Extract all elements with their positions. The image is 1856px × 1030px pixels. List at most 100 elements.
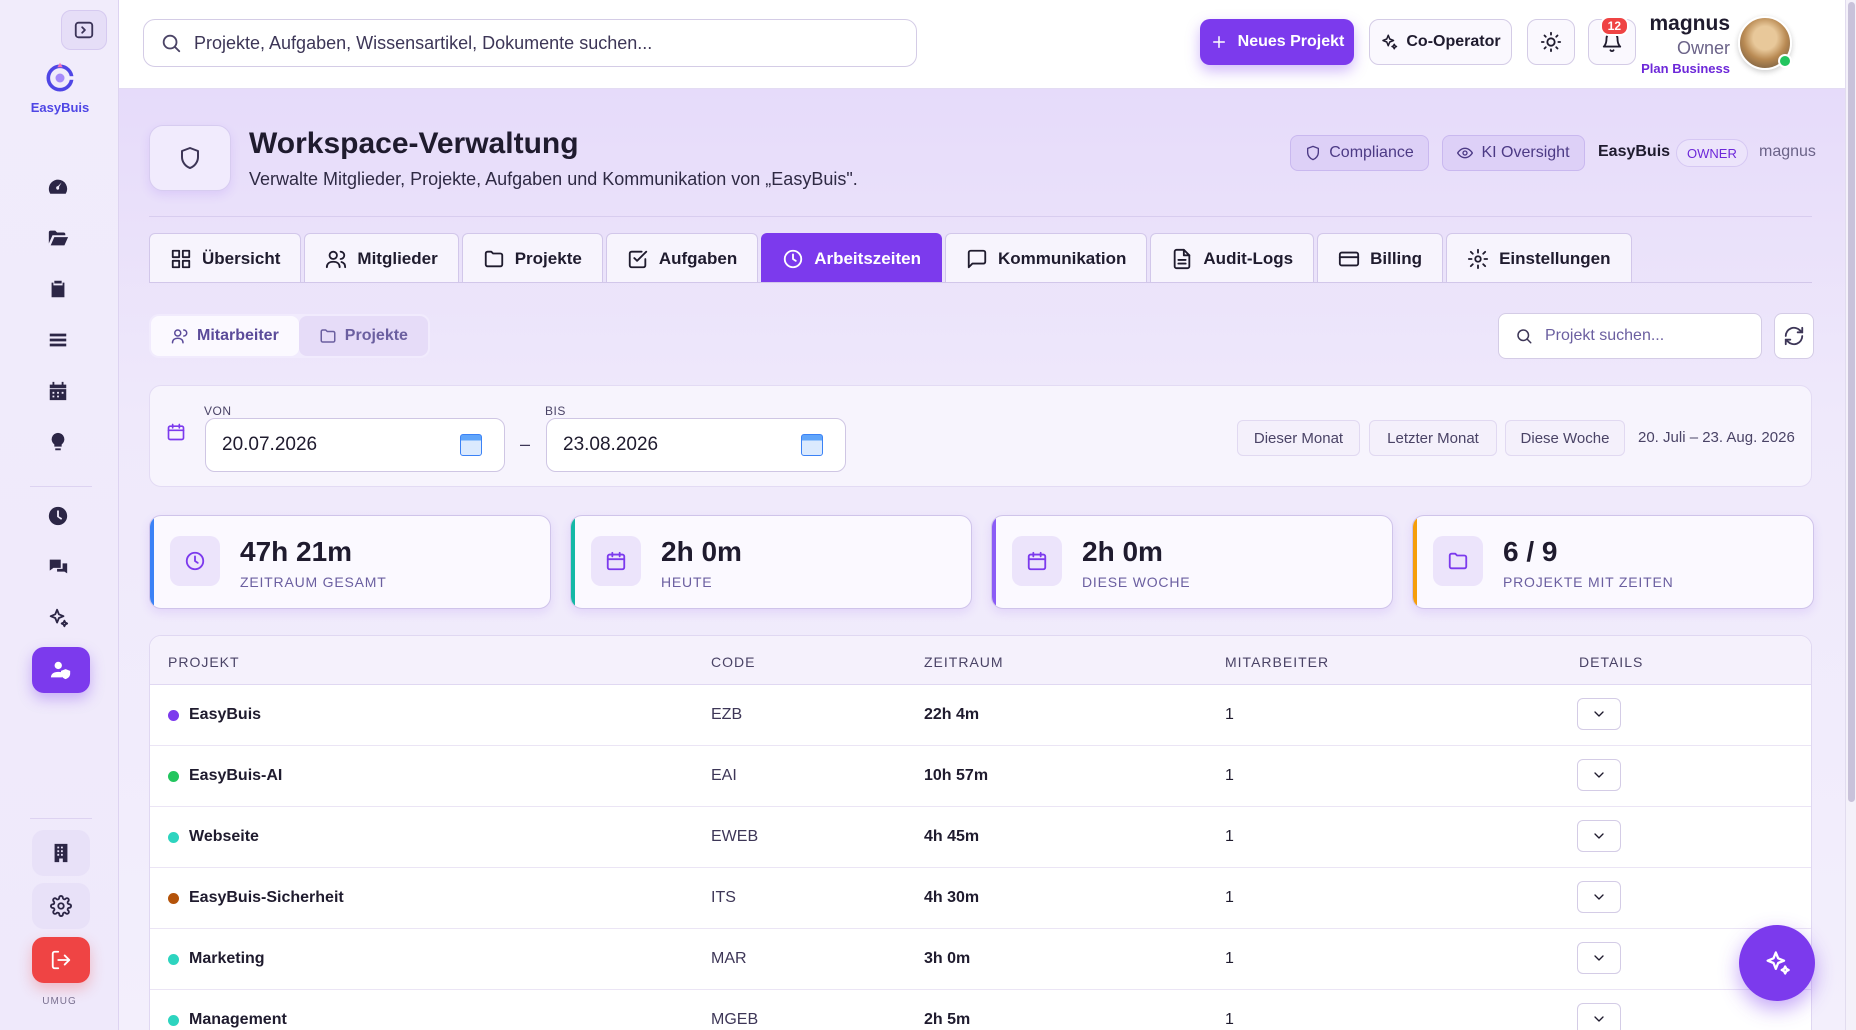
table-row[interactable]: EasyBuis-AI EAI 10h 57m 1 bbox=[150, 746, 1811, 807]
scrollbar-thumb[interactable] bbox=[1848, 2, 1855, 802]
nav-list[interactable] bbox=[33, 319, 83, 361]
new-project-button[interactable]: Neues Projekt bbox=[1200, 19, 1354, 65]
logout-button[interactable] bbox=[32, 937, 90, 983]
table-row[interactable]: EasyBuis EZB 22h 4m 1 bbox=[150, 685, 1811, 746]
nav-time[interactable] bbox=[33, 495, 83, 537]
avatar[interactable] bbox=[1738, 16, 1792, 70]
nav-projects[interactable] bbox=[33, 217, 83, 259]
tab-projects[interactable]: Projekte bbox=[461, 233, 603, 283]
search-icon bbox=[162, 34, 181, 53]
refresh-button[interactable] bbox=[1774, 313, 1814, 359]
admin-tabs: Übersicht Mitglieder Projekte Aufgaben A… bbox=[149, 233, 1632, 283]
column-header-details: DETAILS bbox=[1579, 654, 1644, 670]
to-date-value: 23.08.2026 bbox=[563, 434, 659, 455]
sidebar-divider bbox=[30, 818, 92, 819]
theme-toggle-button[interactable] bbox=[1527, 19, 1575, 65]
nav-knowledge[interactable] bbox=[33, 421, 83, 463]
tab-tasks[interactable]: Aufgaben bbox=[605, 233, 759, 283]
date-filter-card: VON 20.07.2026 – BIS 23.08.2026 Dieser M… bbox=[149, 385, 1812, 487]
nav-dashboard[interactable] bbox=[33, 166, 83, 208]
project-name: Marketing bbox=[189, 950, 265, 967]
table-header: PROJEKT CODE ZEITRAUM MITARBEITER DETAIL… bbox=[150, 636, 1811, 685]
clipboard-icon bbox=[51, 280, 65, 298]
this-month-button[interactable]: Dieser Monat bbox=[1237, 420, 1360, 456]
expand-details-button[interactable] bbox=[1577, 820, 1621, 852]
date-picker-icon[interactable] bbox=[801, 434, 823, 456]
chat-bubbles-icon bbox=[48, 559, 68, 574]
project-members: 1 bbox=[1225, 889, 1234, 906]
ai-assistant-fab[interactable] bbox=[1739, 925, 1815, 1001]
to-label: BIS bbox=[545, 404, 566, 418]
table-row[interactable]: Management MGEB 2h 5m 1 bbox=[150, 990, 1811, 1030]
table-row[interactable]: EasyBuis-Sicherheit ITS 4h 30m 1 bbox=[150, 868, 1811, 929]
view-toggle-employees[interactable]: Mitarbeiter bbox=[151, 316, 299, 356]
notifications-button[interactable]: 12 bbox=[1588, 16, 1636, 65]
chevron-down-icon bbox=[1594, 955, 1604, 961]
sidebar-toggle-button[interactable] bbox=[61, 10, 107, 50]
sparkles-icon bbox=[1766, 951, 1790, 975]
project-search-input[interactable]: Projekt suchen... bbox=[1498, 313, 1762, 359]
tab-overview[interactable]: Übersicht bbox=[149, 233, 302, 283]
calendar-icon bbox=[591, 536, 641, 586]
tab-billing[interactable]: Billing bbox=[1317, 233, 1444, 283]
calendar-icon bbox=[1012, 536, 1062, 586]
user-info[interactable]: magnus Owner Plan Business bbox=[1641, 12, 1730, 76]
brand-logo[interactable]: EasyBuis bbox=[28, 60, 92, 115]
nav-chat[interactable] bbox=[33, 546, 83, 588]
global-search-input[interactable]: Projekte, Aufgaben, Wissensartikel, Doku… bbox=[143, 19, 917, 67]
project-name-cell: Webseite bbox=[168, 828, 259, 846]
project-search-placeholder: Projekt suchen... bbox=[1545, 327, 1665, 344]
date-picker-icon[interactable] bbox=[460, 434, 482, 456]
ki-oversight-button[interactable]: KI Oversight bbox=[1442, 135, 1585, 171]
project-color-dot bbox=[168, 1014, 179, 1026]
project-time-table: PROJEKT CODE ZEITRAUM MITARBEITER DETAIL… bbox=[149, 635, 1812, 1030]
nav-calendar[interactable] bbox=[33, 370, 83, 412]
page-subtitle: Verwalte Mitglieder, Projekte, Aufgaben … bbox=[249, 169, 858, 189]
view-toggle-projects[interactable]: Projekte bbox=[298, 316, 428, 356]
expand-details-button[interactable] bbox=[1577, 942, 1621, 974]
expand-details-button[interactable] bbox=[1577, 1003, 1621, 1030]
table-row[interactable]: Webseite EWEB 4h 45m 1 bbox=[150, 807, 1811, 868]
stat-card-total: 47h 21m ZEITRAUM GESAMT bbox=[149, 515, 551, 609]
tab-working-hours[interactable]: Arbeitszeiten bbox=[761, 233, 942, 283]
expand-details-button[interactable] bbox=[1577, 759, 1621, 791]
this-week-button[interactable]: Diese Woche bbox=[1505, 420, 1625, 456]
settings-button[interactable] bbox=[32, 883, 90, 929]
tab-members[interactable]: Mitglieder bbox=[304, 233, 459, 283]
refresh-icon bbox=[1784, 326, 1804, 346]
sparkles-icon bbox=[1382, 34, 1398, 50]
compliance-label: Compliance bbox=[1329, 144, 1414, 161]
nav-tasks[interactable] bbox=[33, 268, 83, 310]
expand-details-button[interactable] bbox=[1577, 881, 1621, 913]
chevron-down-icon bbox=[1594, 711, 1604, 717]
tab-communication[interactable]: Kommunikation bbox=[944, 233, 1148, 283]
last-month-button[interactable]: Letzter Monat bbox=[1369, 420, 1497, 456]
project-color-dot bbox=[168, 831, 179, 843]
table-row[interactable]: Marketing MAR 3h 0m 1 bbox=[150, 929, 1811, 990]
notification-count-badge: 12 bbox=[1599, 16, 1629, 36]
tab-settings[interactable]: Einstellungen bbox=[1446, 233, 1632, 283]
page-scrollbar[interactable] bbox=[1845, 0, 1856, 1030]
column-header-members: MITARBEITER bbox=[1225, 654, 1330, 670]
main-content: Workspace-Verwaltung Verwalte Mitglieder… bbox=[119, 89, 1845, 1030]
workspace-username: magnus bbox=[1759, 143, 1816, 160]
project-code: EZB bbox=[711, 706, 743, 723]
cooperator-button[interactable]: Co-Operator bbox=[1369, 19, 1512, 65]
from-date-input[interactable]: 20.07.2026 bbox=[205, 418, 505, 472]
nav-workspace-admin[interactable] bbox=[32, 647, 90, 693]
tab-audit-logs[interactable]: Audit-Logs bbox=[1150, 233, 1315, 283]
stat-label: PROJEKTE MIT ZEITEN bbox=[1503, 574, 1674, 590]
organization-button[interactable] bbox=[32, 830, 90, 876]
list-icon bbox=[49, 333, 67, 347]
tab-label: Übersicht bbox=[202, 248, 281, 268]
sidebar: EasyBuis UMUG bbox=[0, 0, 119, 1030]
to-date-input[interactable]: 23.08.2026 bbox=[546, 418, 846, 472]
nav-ai[interactable] bbox=[33, 597, 83, 639]
project-code: MAR bbox=[711, 950, 747, 967]
file-icon bbox=[1174, 248, 1191, 269]
expand-details-button[interactable] bbox=[1577, 698, 1621, 730]
tab-label: Audit-Logs bbox=[1203, 248, 1294, 268]
compliance-button[interactable]: Compliance bbox=[1290, 135, 1429, 171]
user-plan: Plan Business bbox=[1641, 61, 1730, 76]
project-name-cell: Marketing bbox=[168, 950, 265, 968]
